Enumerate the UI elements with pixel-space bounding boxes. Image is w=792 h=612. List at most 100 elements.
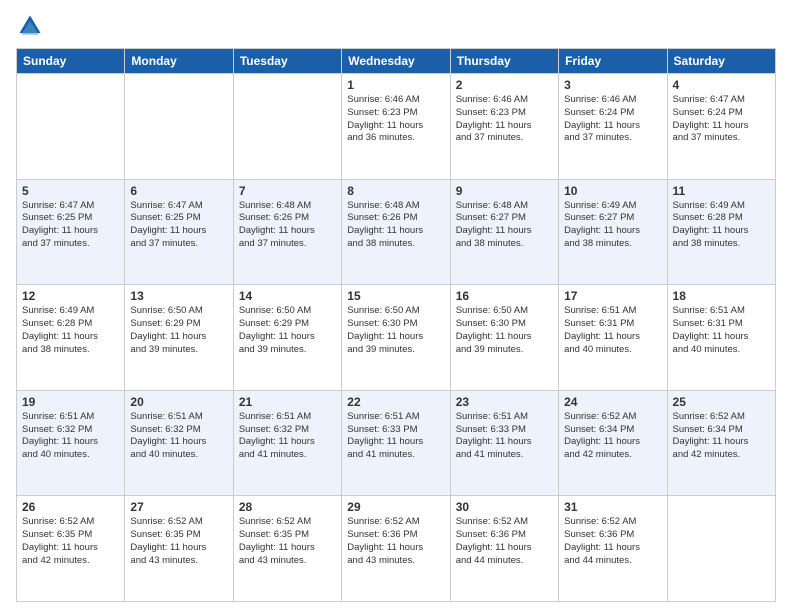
day-number: 9 — [456, 184, 553, 198]
day-number: 6 — [130, 184, 227, 198]
day-info: Sunrise: 6:49 AM Sunset: 6:27 PM Dayligh… — [564, 200, 661, 251]
day-header: Saturday — [667, 49, 775, 74]
day-info: Sunrise: 6:47 AM Sunset: 6:24 PM Dayligh… — [673, 94, 770, 145]
calendar-cell: 26 Sunrise: 6:52 AM Sunset: 6:35 PM Dayli… — [17, 496, 125, 602]
calendar-cell: 16 Sunrise: 6:50 AM Sunset: 6:30 PM Dayli… — [450, 285, 558, 391]
logo — [16, 12, 48, 40]
day-number: 12 — [22, 289, 119, 303]
calendar-cell: 19 Sunrise: 6:51 AM Sunset: 6:32 PM Dayli… — [17, 390, 125, 496]
day-info: Sunrise: 6:52 AM Sunset: 6:34 PM Dayligh… — [673, 411, 770, 462]
day-number: 26 — [22, 500, 119, 514]
day-info: Sunrise: 6:52 AM Sunset: 6:36 PM Dayligh… — [564, 516, 661, 567]
day-number: 30 — [456, 500, 553, 514]
calendar-cell: 28 Sunrise: 6:52 AM Sunset: 6:35 PM Dayli… — [233, 496, 341, 602]
calendar-cell: 20 Sunrise: 6:51 AM Sunset: 6:32 PM Dayli… — [125, 390, 233, 496]
calendar-cell: 17Sunrise: 6:51 AM Sunset: 6:31 PM Dayli… — [559, 285, 667, 391]
calendar-cell: 7Sunrise: 6:48 AM Sunset: 6:26 PM Daylig… — [233, 179, 341, 285]
day-info: Sunrise: 6:51 AM Sunset: 6:32 PM Dayligh… — [130, 411, 227, 462]
day-number: 7 — [239, 184, 336, 198]
calendar-cell: 11 Sunrise: 6:49 AM Sunset: 6:28 PM Dayli… — [667, 179, 775, 285]
day-number: 4 — [673, 78, 770, 92]
calendar-header-row: SundayMondayTuesdayWednesdayThursdayFrid… — [17, 49, 776, 74]
day-info: Sunrise: 6:50 AM Sunset: 6:29 PM Dayligh… — [239, 305, 336, 356]
day-number: 1 — [347, 78, 444, 92]
day-number: 31 — [564, 500, 661, 514]
calendar-week-row: 1 Sunrise: 6:46 AM Sunset: 6:23 PM Daylig… — [17, 74, 776, 180]
day-header: Thursday — [450, 49, 558, 74]
day-info: Sunrise: 6:51 AM Sunset: 6:32 PM Dayligh… — [22, 411, 119, 462]
day-info: Sunrise: 6:48 AM Sunset: 6:26 PM Dayligh… — [347, 200, 444, 251]
day-info: Sunrise: 6:50 AM Sunset: 6:29 PM Dayligh… — [130, 305, 227, 356]
calendar-cell: 29 Sunrise: 6:52 AM Sunset: 6:36 PM Dayli… — [342, 496, 450, 602]
calendar-cell: 14 Sunrise: 6:50 AM Sunset: 6:29 PM Dayli… — [233, 285, 341, 391]
day-number: 21 — [239, 395, 336, 409]
page: SundayMondayTuesdayWednesdayThursdayFrid… — [0, 0, 792, 612]
day-info: Sunrise: 6:52 AM Sunset: 6:35 PM Dayligh… — [239, 516, 336, 567]
day-info: Sunrise: 6:51 AM Sunset: 6:31 PM Dayligh… — [673, 305, 770, 356]
day-info: Sunrise: 6:46 AM Sunset: 6:23 PM Dayligh… — [347, 94, 444, 145]
day-number: 17 — [564, 289, 661, 303]
day-number: 16 — [456, 289, 553, 303]
day-info: Sunrise: 6:52 AM Sunset: 6:34 PM Dayligh… — [564, 411, 661, 462]
day-number: 25 — [673, 395, 770, 409]
day-header: Friday — [559, 49, 667, 74]
day-number: 10 — [564, 184, 661, 198]
calendar-cell: 31 Sunrise: 6:52 AM Sunset: 6:36 PM Dayli… — [559, 496, 667, 602]
day-info: Sunrise: 6:48 AM Sunset: 6:27 PM Dayligh… — [456, 200, 553, 251]
calendar-cell: 2 Sunrise: 6:46 AM Sunset: 6:23 PM Daylig… — [450, 74, 558, 180]
calendar-cell: 3Sunrise: 6:46 AM Sunset: 6:24 PM Daylig… — [559, 74, 667, 180]
day-number: 15 — [347, 289, 444, 303]
calendar-cell: 12 Sunrise: 6:49 AM Sunset: 6:28 PM Dayli… — [17, 285, 125, 391]
day-info: Sunrise: 6:51 AM Sunset: 6:33 PM Dayligh… — [456, 411, 553, 462]
calendar-cell: 24 Sunrise: 6:52 AM Sunset: 6:34 PM Dayli… — [559, 390, 667, 496]
day-info: Sunrise: 6:49 AM Sunset: 6:28 PM Dayligh… — [673, 200, 770, 251]
day-number: 2 — [456, 78, 553, 92]
logo-icon — [16, 12, 44, 40]
day-number: 28 — [239, 500, 336, 514]
day-header: Wednesday — [342, 49, 450, 74]
calendar-cell — [17, 74, 125, 180]
day-info: Sunrise: 6:51 AM Sunset: 6:32 PM Dayligh… — [239, 411, 336, 462]
calendar-cell: 13Sunrise: 6:50 AM Sunset: 6:29 PM Dayli… — [125, 285, 233, 391]
day-info: Sunrise: 6:46 AM Sunset: 6:24 PM Dayligh… — [564, 94, 661, 145]
calendar-week-row: 19 Sunrise: 6:51 AM Sunset: 6:32 PM Dayli… — [17, 390, 776, 496]
calendar-cell: 23 Sunrise: 6:51 AM Sunset: 6:33 PM Dayli… — [450, 390, 558, 496]
day-info: Sunrise: 6:49 AM Sunset: 6:28 PM Dayligh… — [22, 305, 119, 356]
calendar-cell: 8 Sunrise: 6:48 AM Sunset: 6:26 PM Daylig… — [342, 179, 450, 285]
calendar-cell: 22 Sunrise: 6:51 AM Sunset: 6:33 PM Dayli… — [342, 390, 450, 496]
day-number: 14 — [239, 289, 336, 303]
day-info: Sunrise: 6:52 AM Sunset: 6:36 PM Dayligh… — [347, 516, 444, 567]
day-header: Tuesday — [233, 49, 341, 74]
day-number: 24 — [564, 395, 661, 409]
calendar-cell — [125, 74, 233, 180]
day-number: 29 — [347, 500, 444, 514]
day-number: 20 — [130, 395, 227, 409]
calendar-cell: 21 Sunrise: 6:51 AM Sunset: 6:32 PM Dayli… — [233, 390, 341, 496]
day-info: Sunrise: 6:47 AM Sunset: 6:25 PM Dayligh… — [130, 200, 227, 251]
day-info: Sunrise: 6:47 AM Sunset: 6:25 PM Dayligh… — [22, 200, 119, 251]
calendar-cell — [667, 496, 775, 602]
calendar-cell: 15 Sunrise: 6:50 AM Sunset: 6:30 PM Dayli… — [342, 285, 450, 391]
calendar-cell: 10 Sunrise: 6:49 AM Sunset: 6:27 PM Dayli… — [559, 179, 667, 285]
day-header: Sunday — [17, 49, 125, 74]
day-info: Sunrise: 6:51 AM Sunset: 6:33 PM Dayligh… — [347, 411, 444, 462]
day-number: 23 — [456, 395, 553, 409]
day-number: 8 — [347, 184, 444, 198]
day-info: Sunrise: 6:46 AM Sunset: 6:23 PM Dayligh… — [456, 94, 553, 145]
day-info: Sunrise: 6:52 AM Sunset: 6:35 PM Dayligh… — [22, 516, 119, 567]
day-info: Sunrise: 6:50 AM Sunset: 6:30 PM Dayligh… — [347, 305, 444, 356]
calendar-cell: 5Sunrise: 6:47 AM Sunset: 6:25 PM Daylig… — [17, 179, 125, 285]
calendar-week-row: 5Sunrise: 6:47 AM Sunset: 6:25 PM Daylig… — [17, 179, 776, 285]
day-number: 27 — [130, 500, 227, 514]
header — [16, 12, 776, 40]
day-info: Sunrise: 6:52 AM Sunset: 6:35 PM Dayligh… — [130, 516, 227, 567]
calendar-cell: 30Sunrise: 6:52 AM Sunset: 6:36 PM Dayli… — [450, 496, 558, 602]
calendar-cell: 1 Sunrise: 6:46 AM Sunset: 6:23 PM Daylig… — [342, 74, 450, 180]
calendar-week-row: 26 Sunrise: 6:52 AM Sunset: 6:35 PM Dayli… — [17, 496, 776, 602]
day-number: 18 — [673, 289, 770, 303]
day-number: 11 — [673, 184, 770, 198]
day-number: 22 — [347, 395, 444, 409]
day-header: Monday — [125, 49, 233, 74]
day-number: 19 — [22, 395, 119, 409]
day-info: Sunrise: 6:50 AM Sunset: 6:30 PM Dayligh… — [456, 305, 553, 356]
